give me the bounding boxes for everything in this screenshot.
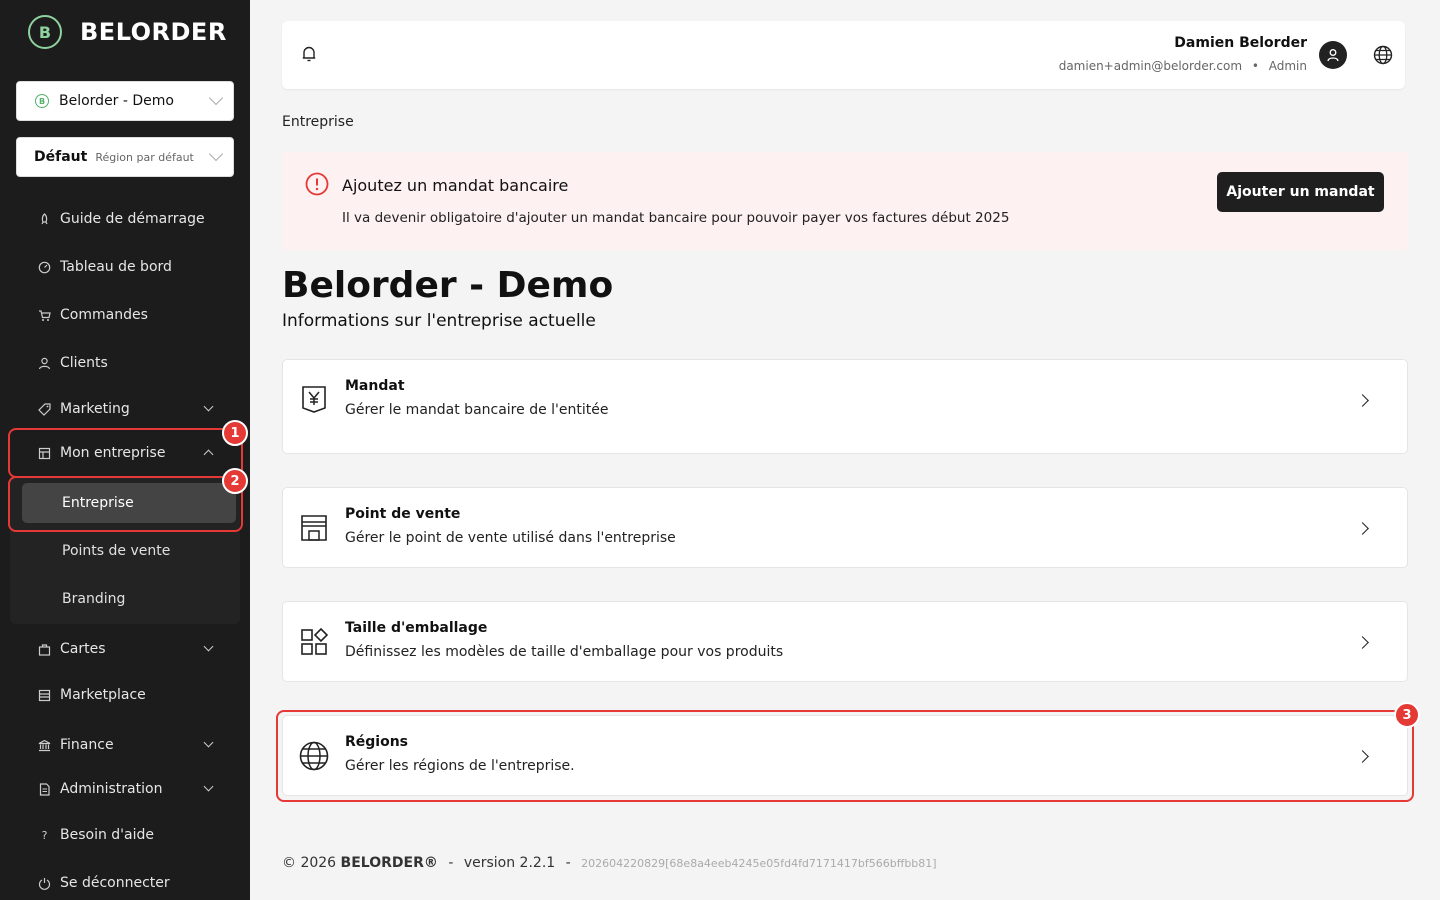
annotation-highlight-1 [8,428,243,478]
sidebar-subitem-label: Points de vente [62,543,171,559]
chevron-down-icon [203,737,214,748]
shapes-icon [301,627,329,655]
sidebar-item-administration[interactable]: Administration [16,771,234,807]
add-mandate-button[interactable]: Ajouter un mandat [1217,172,1384,212]
annotation-highlight-3 [276,710,1414,802]
avatar[interactable] [1319,41,1347,69]
user-icon [38,357,51,370]
sidebar: B BELORDER B Belorder - Demo Défaut Régi… [0,0,250,900]
card-description: Gérer le mandat bancaire de l'entitée [345,402,609,418]
brand-name: BELORDER [80,18,227,46]
annotation-highlight-2 [8,476,243,532]
company-select-value: Belorder - Demo [59,93,174,109]
region-select-value: Défaut [34,149,88,165]
sidebar-item-label: Marketplace [60,687,146,703]
yen-document-icon [302,386,326,413]
logout-icon [38,877,51,890]
footer: © 2026 BELORDER® - version 2.2.1 - 20260… [282,855,937,871]
sidebar-item-label: Tableau de bord [60,259,172,275]
user-meta: damien+admin@belorder.com • Admin [1059,59,1307,73]
sidebar-item-label: Clients [60,355,108,371]
annotation-badge-1: 1 [222,420,248,446]
alert-title: Ajoutez un mandat bancaire [342,176,569,195]
chevron-right-icon [1356,522,1369,535]
sidebar-item-label: Besoin d'aide [60,827,154,843]
document-icon [38,782,51,796]
bag-icon [38,643,51,656]
alert-text: Il va devenir obligatoire d'ajouter un m… [342,210,1010,226]
page-subtitle: Informations sur l'entreprise actuelle [282,311,596,331]
dashboard-icon [38,261,51,274]
warning-info-icon [305,172,329,196]
user-icon [1327,49,1339,62]
bank-mandate-alert: Ajoutez un mandat bancaire Il va devenir… [282,152,1408,250]
belorder-logo-icon: B [28,15,62,49]
rocket-icon [38,212,51,226]
help-icon: ? [41,828,48,842]
sidebar-item-marketing[interactable]: Marketing [16,391,234,427]
sidebar-item-finance[interactable]: Finance [16,727,234,763]
sidebar-item-clients[interactable]: Clients [16,345,234,381]
card-title: Mandat [345,378,405,394]
card-title: Point de vente [345,506,461,522]
footer-build-hash: 202604220829[68e8a4eeb4245e05fd4fd717141… [581,857,937,870]
user-meta-separator: • [1251,59,1259,73]
sidebar-item-label: Commandes [60,307,148,323]
sidebar-item-label: Guide de démarrage [60,211,205,227]
bank-icon [38,739,51,752]
footer-version: version 2.2.1 [463,855,556,871]
sidebar-subitem-branding[interactable]: Branding [22,579,236,619]
sidebar-item-label: Se déconnecter [60,875,170,891]
chevron-down-icon [203,781,214,792]
card-point-de-vente[interactable]: Point de vente Gérer le point de vente u… [282,487,1408,568]
storefront-icon [301,515,327,541]
sidebar-item-orders[interactable]: Commandes [16,297,234,333]
card-title: Taille d'emballage [345,620,488,636]
footer-separator: - [448,855,454,871]
footer-separator: - [565,855,571,871]
sidebar-item-logout[interactable]: Se déconnecter [16,865,234,900]
chevron-down-icon [203,401,214,412]
region-select[interactable]: Défaut Région par défaut [16,137,234,177]
user-email: damien+admin@belorder.com [1058,59,1243,73]
card-description: Gérer le point de vente utilisé dans l'e… [345,530,676,546]
region-select-sub: Région par défaut [95,150,194,164]
card-taille-emballage[interactable]: Taille d'emballage Définissez les modèle… [282,601,1408,682]
company-select[interactable]: B Belorder - Demo [16,81,234,121]
marketplace-icon [38,689,51,702]
sidebar-item-label: Cartes [60,641,106,657]
card-mandat[interactable]: Mandat Gérer le mandat bancaire de l'ent… [282,359,1408,454]
chevron-down-icon [208,90,224,106]
annotation-badge-3: 3 [1394,702,1420,728]
bell-icon[interactable] [302,45,316,63]
chevron-down-icon [208,146,224,162]
brand-logo[interactable]: B BELORDER [28,15,227,49]
company-logo-icon: B [35,94,49,108]
chevron-down-icon [203,641,214,652]
sidebar-subitem-label: Branding [62,591,126,607]
sidebar-item-label: Administration [60,781,163,797]
sidebar-item-help[interactable]: ? Besoin d'aide [16,817,234,853]
top-bar: Damien Belorder damien+admin@belorder.co… [282,21,1405,89]
annotation-badge-2: 2 [222,468,248,494]
user-name: Damien Belorder [1174,35,1307,51]
page-title: Belorder - Demo [282,265,614,306]
cart-icon [38,309,51,322]
chevron-right-icon [1356,394,1369,407]
sidebar-item-dashboard[interactable]: Tableau de bord [16,249,234,285]
sidebar-item-marketplace[interactable]: Marketplace [16,677,234,713]
sidebar-item-label: Finance [60,737,114,753]
tag-icon [38,402,51,416]
user-role: Admin [1268,59,1307,73]
chevron-right-icon [1356,636,1369,649]
language-globe-icon[interactable] [1373,45,1393,65]
sidebar-item-label: Marketing [60,401,130,417]
breadcrumb[interactable]: Entreprise [282,114,354,130]
card-description: Définissez les modèles de taille d'embal… [345,644,784,660]
footer-brand: BELORDER® [340,855,438,871]
footer-copyright: © 2026 [282,855,337,871]
sidebar-subitem-points-de-vente[interactable]: Points de vente [22,531,236,571]
sidebar-item-guide[interactable]: Guide de démarrage [16,201,234,237]
sidebar-item-cartes[interactable]: Cartes [16,631,234,667]
